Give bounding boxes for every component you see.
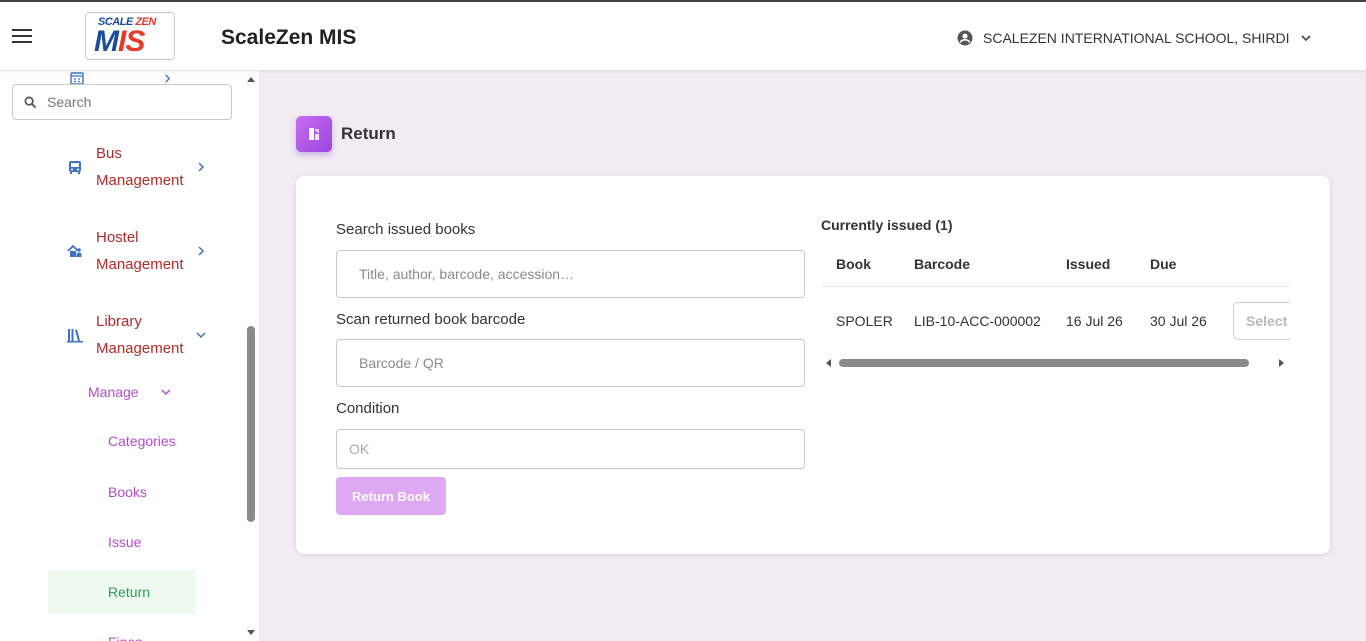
return-card: Search issued books Scan returned book b… [296,176,1330,554]
sidebar-item-bus-management[interactable]: Bus Management [66,140,206,194]
select-book-button[interactable]: Select [1233,302,1290,340]
cell-due: 30 Jul 26 [1150,313,1207,329]
sidebar-search-input[interactable] [47,94,207,110]
calendar-icon [70,72,84,85]
sidebar-item-label: Library [96,313,142,330]
chevron-right-icon [198,246,205,256]
search-issued-label: Search issued books [336,221,476,238]
column-header-barcode: Barcode [914,256,971,272]
sidebar-item-label: Management [96,340,184,357]
cell-barcode: LIB-10-ACC-000002 [914,313,1041,329]
page-header: Return [296,116,396,152]
return-book-button[interactable]: Return Book [336,477,446,515]
scan-barcode-label: Scan returned book barcode [336,311,526,328]
sidebar-submenu-manage[interactable]: Manage [88,384,171,400]
hostel-icon [67,244,82,257]
sidebar-search[interactable] [12,84,232,120]
scroll-up-arrow[interactable] [247,77,255,82]
sidebar-link-books[interactable]: Books [48,470,196,514]
scroll-right-arrow[interactable] [1279,359,1284,367]
scroll-left-arrow[interactable] [826,359,831,367]
issued-books-table: Book Barcode Issued Due SPOLER LIB-10-AC… [821,246,1290,354]
chevron-down-icon [1300,35,1311,42]
chevron-down-icon [196,332,206,339]
table-horizontal-scrollbar[interactable] [821,356,1290,370]
cell-book: SPOLER [836,313,893,329]
submenu-label: Manage [88,384,139,400]
table-header: Book Barcode Issued Due [821,246,1290,287]
sidebar-item-label: Hostel [96,229,139,246]
top-bar: SCALE ZEN MIS ScaleZen MIS SCALEZEN INTE… [0,0,1366,71]
app-logo[interactable]: SCALE ZEN MIS [85,12,175,60]
column-header-due: Due [1150,256,1177,272]
sidebar-item-label: Bus [96,145,122,162]
page-title: Return [341,124,396,143]
chevron-right-icon [198,162,205,172]
search-issued-input[interactable] [336,250,805,298]
app-title: ScaleZen MIS [221,26,357,49]
school-name: SCALEZEN INTERNATIONAL SCHOOL, SHIRDI [983,30,1290,46]
sidebar-link-fines[interactable]: Fines [48,620,196,641]
chevron-down-icon [161,389,171,396]
sidebar-item-label: Management [96,172,184,189]
bus-icon [69,161,81,174]
horizontal-scrollbar-thumb[interactable] [839,359,1249,367]
hamburger-menu-icon[interactable] [12,29,32,43]
column-header-issued: Issued [1066,256,1111,272]
library-icon [67,329,83,343]
sidebar: Bus Management Hostel Management [0,71,260,641]
sidebar-link-categories[interactable]: Categories [48,419,196,463]
currently-issued-title: Currently issued (1) [821,217,953,233]
sidebar-item-hostel-management[interactable]: Hostel Management [66,224,206,278]
table-row: SPOLER LIB-10-ACC-000002 16 Jul 26 30 Ju… [821,287,1290,354]
condition-label: Condition [336,400,400,417]
sidebar-item-label: Management [96,256,184,273]
condition-input[interactable] [336,429,805,469]
column-header-book: Book [836,256,871,272]
account-circle-icon [957,30,973,46]
search-icon [24,96,37,108]
return-book-icon [296,116,332,152]
sidebar-link-return[interactable]: Return [48,570,196,614]
chevron-right-icon [165,74,171,83]
scroll-down-arrow[interactable] [247,630,255,635]
scan-barcode-input[interactable] [336,339,805,387]
sidebar-link-issue[interactable]: Issue [48,520,196,564]
cell-issued: 16 Jul 26 [1066,313,1123,329]
school-selector[interactable]: SCALEZEN INTERNATIONAL SCHOOL, SHIRDI [956,29,1312,47]
sidebar-item-library-management[interactable]: Library Management [66,308,206,362]
sidebar-scrollbar-thumb[interactable] [247,326,255,522]
